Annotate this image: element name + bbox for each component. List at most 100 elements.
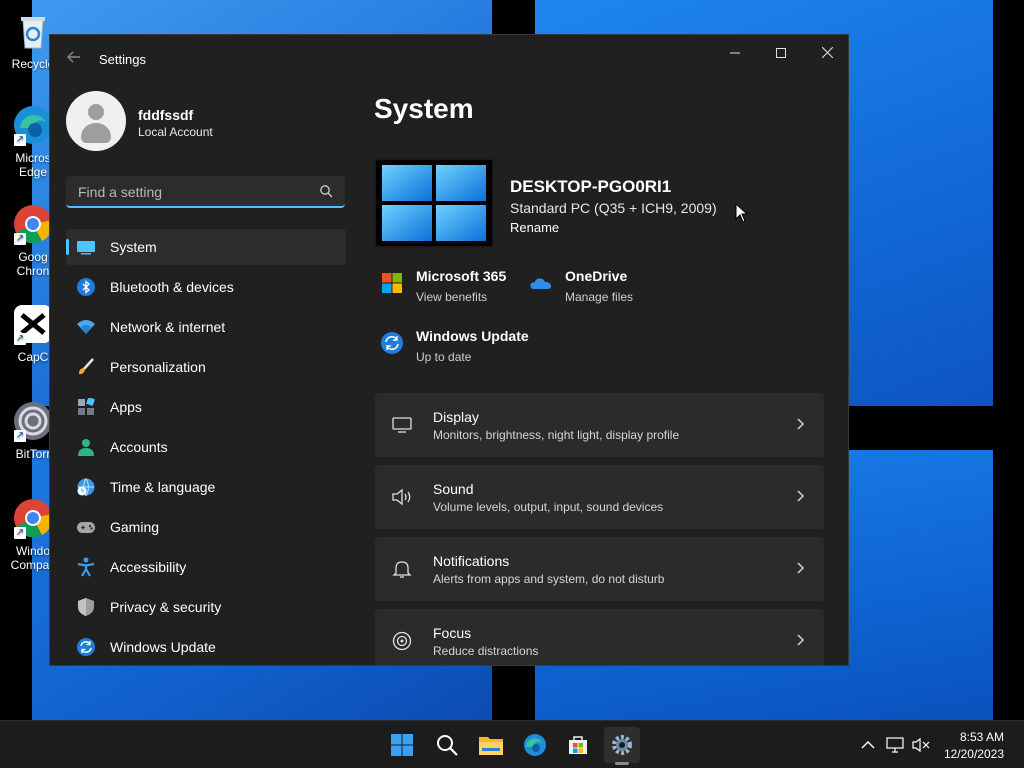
taskbar-file-explorer[interactable] <box>473 727 509 763</box>
sidebar-item-accessibility[interactable]: Accessibility <box>66 549 346 585</box>
network-tray-button[interactable] <box>885 735 905 755</box>
shortcut-arrow-icon: ↗ <box>14 430 26 442</box>
start-button[interactable] <box>384 727 420 763</box>
search-input[interactable] <box>76 176 310 208</box>
file-explorer-icon <box>479 737 503 755</box>
title-bar[interactable]: Settings <box>50 35 848 83</box>
sidebar-item-label: Time & language <box>110 479 216 495</box>
maximize-button[interactable] <box>758 39 804 67</box>
minimize-button[interactable] <box>712 39 758 67</box>
display-icon <box>76 237 96 257</box>
chevron-right-icon <box>797 562 804 574</box>
edge-icon <box>524 734 546 756</box>
taskbar-search-button[interactable] <box>429 727 465 763</box>
taskbar-edge[interactable] <box>517 727 553 763</box>
clock-date[interactable]: 12/20/2023 <box>944 747 1004 761</box>
update-icon <box>381 332 403 354</box>
shortcut-arrow-icon: ↗ <box>14 333 26 345</box>
sidebar-item-label: Accessibility <box>110 559 187 575</box>
quick-link-subtitle: Up to date <box>416 350 472 364</box>
shield-icon <box>76 597 96 617</box>
network-icon <box>886 737 904 753</box>
page-title: System <box>374 93 474 124</box>
device-thumbnail <box>374 158 494 248</box>
sidebar-item-apps[interactable]: Apps <box>66 389 346 425</box>
sidebar-item-windows-update[interactable]: Windows Update <box>66 629 346 665</box>
sidebar-item-label: Accounts <box>110 439 168 455</box>
sidebar-item-label: Windows Update <box>110 639 216 655</box>
bell-icon <box>392 561 412 578</box>
sidebar-item-label: System <box>110 239 157 255</box>
brush-icon <box>76 357 96 377</box>
card-subtitle: Reduce distractions <box>433 644 539 658</box>
sidebar-item-label: Gaming <box>110 519 160 535</box>
show-hidden-icons-button[interactable] <box>858 735 878 755</box>
bluetooth-icon <box>76 277 96 297</box>
volume-muted-icon <box>912 737 930 753</box>
microsoft-logo-icon <box>382 273 402 293</box>
sidebar-item-label: Personalization <box>110 359 206 375</box>
sidebar-item-system[interactable]: System <box>66 229 346 265</box>
clock-time[interactable]: 8:53 AM <box>960 730 1004 744</box>
shortcut-arrow-icon: ↗ <box>14 527 26 539</box>
taskbar-store[interactable] <box>560 727 596 763</box>
close-button[interactable] <box>804 39 848 67</box>
back-button[interactable] <box>64 50 84 70</box>
quick-link-title: OneDrive <box>565 268 628 284</box>
apps-icon <box>76 397 96 417</box>
sidebar-item-network[interactable]: Network & internet <box>66 309 346 345</box>
settings-card-sound[interactable]: Sound Volume levels, output, input, soun… <box>375 465 824 529</box>
taskbar-settings[interactable] <box>604 727 640 765</box>
quick-link-microsoft365[interactable]: Microsoft 365 View benefits <box>380 268 506 304</box>
quick-link-subtitle: View benefits <box>416 290 488 304</box>
accessibility-icon <box>76 557 96 577</box>
globe-clock-icon <box>76 477 96 497</box>
sidebar-item-time-language[interactable]: Time & language <box>66 469 346 505</box>
account-type: Local Account <box>138 125 213 139</box>
quick-link-windows-update[interactable]: Windows Update Up to date <box>380 328 529 364</box>
sidebar-item-label: Privacy & security <box>110 599 222 615</box>
minimize-icon <box>730 52 740 54</box>
quick-link-onedrive[interactable]: OneDrive Manage files <box>529 268 633 304</box>
mouse-cursor-icon <box>735 203 749 223</box>
avatar-head <box>88 104 104 120</box>
sidebar-item-personalization[interactable]: Personalization <box>66 349 346 385</box>
settings-card-display[interactable]: Display Monitors, brightness, night ligh… <box>375 393 824 457</box>
avatar[interactable] <box>66 91 126 151</box>
focus-icon <box>392 631 412 651</box>
search-box[interactable] <box>66 176 345 208</box>
chevron-right-icon <box>797 634 804 646</box>
maximize-icon <box>776 48 786 58</box>
store-icon <box>569 736 587 754</box>
wifi-icon <box>76 317 96 337</box>
close-icon <box>821 46 833 59</box>
window-title: Settings <box>99 52 146 67</box>
back-arrow-icon <box>67 51 80 63</box>
sidebar-nav: System Bluetooth & devices Network & int… <box>66 229 346 665</box>
settings-card-focus[interactable]: Focus Reduce distractions <box>375 609 824 665</box>
running-indicator <box>615 762 629 765</box>
gamepad-icon <box>76 517 96 537</box>
quick-link-title: Microsoft 365 <box>416 268 507 284</box>
sidebar-item-label: Network & internet <box>110 319 226 335</box>
device-model: Standard PC (Q35 + ICH9, 2009) <box>510 200 717 216</box>
taskbar: 8:53 AM 12/20/2023 <box>0 720 1024 768</box>
recycle-bin-icon <box>21 17 45 49</box>
sidebar-item-label: Bluetooth & devices <box>110 279 234 295</box>
quick-link-title: Windows Update <box>416 328 529 344</box>
card-subtitle: Alerts from apps and system, do not dist… <box>433 572 665 586</box>
chevron-up-icon <box>861 741 875 749</box>
search-icon <box>320 185 333 198</box>
sidebar-item-privacy[interactable]: Privacy & security <box>66 589 346 625</box>
settings-window: Settings fddfssdf Local Account System <box>49 34 849 666</box>
sidebar-item-bluetooth[interactable]: Bluetooth & devices <box>66 269 346 305</box>
sidebar-item-accounts[interactable]: Accounts <box>66 429 346 465</box>
volume-tray-button[interactable] <box>911 735 931 755</box>
sidebar-item-gaming[interactable]: Gaming <box>66 509 346 545</box>
device-name: DESKTOP-PGO0RI1 <box>510 177 672 196</box>
rename-button[interactable]: Rename <box>510 220 559 235</box>
shortcut-arrow-icon: ↗ <box>14 134 26 146</box>
account-name: fddfssdf <box>138 107 194 123</box>
settings-card-notifications[interactable]: Notifications Alerts from apps and syste… <box>375 537 824 601</box>
chevron-right-icon <box>797 418 804 430</box>
